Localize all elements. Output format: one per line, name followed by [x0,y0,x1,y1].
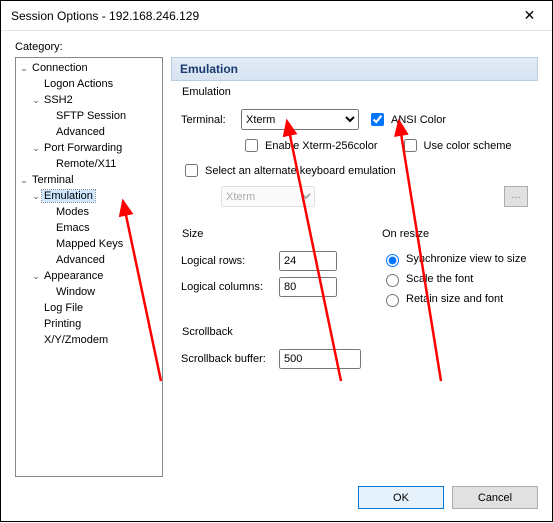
scrollback-buffer-input[interactable] [279,349,361,369]
ansi-color-checkbox[interactable]: ANSI Color [367,110,446,129]
tree-emu-advanced[interactable]: Advanced [54,254,107,266]
ansi-color-input[interactable] [371,113,384,126]
emulation-group: Emulation Terminal: Xterm ANSI Color [171,93,538,223]
tree-remote-x11[interactable]: Remote/X11 [54,158,118,170]
content-area: Category: ⌄Connection Logon Actions ⌄SSH… [1,31,552,521]
group-title-resize: On resize [379,228,432,240]
terminal-select[interactable]: Xterm [241,109,359,130]
tree-printing[interactable]: Printing [42,318,83,330]
chevron-down-icon[interactable]: ⌄ [30,143,42,154]
tree-ssh-advanced[interactable]: Advanced [54,126,107,138]
titlebar: Session Options - 192.168.246.129 ✕ [1,1,552,31]
use-color-scheme-input[interactable] [404,139,417,152]
group-title-size: Size [179,228,206,240]
scrollback-buffer-label: Scrollback buffer: [181,353,271,365]
enable-256color-input[interactable] [245,139,258,152]
tree-xyzmodem[interactable]: X/Y/Zmodem [42,334,110,346]
chevron-down-icon[interactable]: ⌄ [30,271,42,282]
browse-button: ... [504,186,528,207]
chevron-down-icon[interactable]: ⌄ [18,175,30,186]
resize-sync-radio[interactable]: Synchronize view to size [381,251,528,267]
tree-emulation[interactable]: Emulation [42,190,95,202]
tree-mapped-keys[interactable]: Mapped Keys [54,238,125,250]
resize-scale-radio[interactable]: Scale the font [381,271,528,287]
tree-port-forwarding[interactable]: Port Forwarding [42,142,124,154]
close-icon[interactable]: ✕ [507,1,552,31]
ok-button[interactable]: OK [358,486,444,509]
tree-sftp-session[interactable]: SFTP Session [54,110,128,122]
group-title-emulation: Emulation [179,86,234,98]
tree-modes[interactable]: Modes [54,206,91,218]
logical-rows-input[interactable] [279,251,337,271]
settings-panel: Emulation Emulation Terminal: Xterm ANSI… [171,57,538,477]
logical-cols-label: Logical columns: [181,281,271,293]
tree-logon-actions[interactable]: Logon Actions [42,78,115,90]
use-color-scheme-checkbox[interactable]: Use color scheme [400,136,512,155]
logical-rows-label: Logical rows: [181,255,271,267]
chevron-down-icon[interactable]: ⌄ [18,63,30,74]
cancel-button[interactable]: Cancel [452,486,538,509]
category-tree[interactable]: ⌄Connection Logon Actions ⌄SSH2 SFTP Ses… [15,57,163,477]
dialog-buttons: OK Cancel [358,486,538,509]
tree-window[interactable]: Window [54,286,97,298]
terminal-label: Terminal: [181,114,233,126]
size-group: Size Logical rows: Logical columns: [171,235,361,321]
resize-retain-radio[interactable]: Retain size and font [381,291,528,307]
tree-connection[interactable]: Connection [30,62,90,74]
scrollback-group: Scrollback Scrollback buffer: [171,333,538,385]
alt-keyboard-checkbox[interactable]: Select an alternate keyboard emulation [181,161,396,180]
panel-header: Emulation [171,57,538,81]
dialog-window: Session Options - 192.168.246.129 ✕ Cate… [0,0,553,522]
tree-appearance[interactable]: Appearance [42,270,105,282]
group-title-scrollback: Scrollback [179,326,236,338]
alt-keyboard-input[interactable] [185,164,198,177]
category-label: Category: [15,41,538,53]
chevron-down-icon[interactable]: ⌄ [30,191,42,202]
tree-emacs[interactable]: Emacs [54,222,92,234]
enable-256color-checkbox[interactable]: Enable Xterm-256color [241,136,378,155]
tree-log-file[interactable]: Log File [42,302,85,314]
on-resize-group: On resize Synchronize view to size Scale… [371,235,538,321]
tree-terminal[interactable]: Terminal [30,174,76,186]
tree-ssh2[interactable]: SSH2 [42,94,75,106]
logical-cols-input[interactable] [279,277,337,297]
alt-keyboard-select: Xterm [221,186,315,207]
chevron-down-icon[interactable]: ⌄ [30,95,42,106]
window-title: Session Options - 192.168.246.129 [11,9,199,23]
